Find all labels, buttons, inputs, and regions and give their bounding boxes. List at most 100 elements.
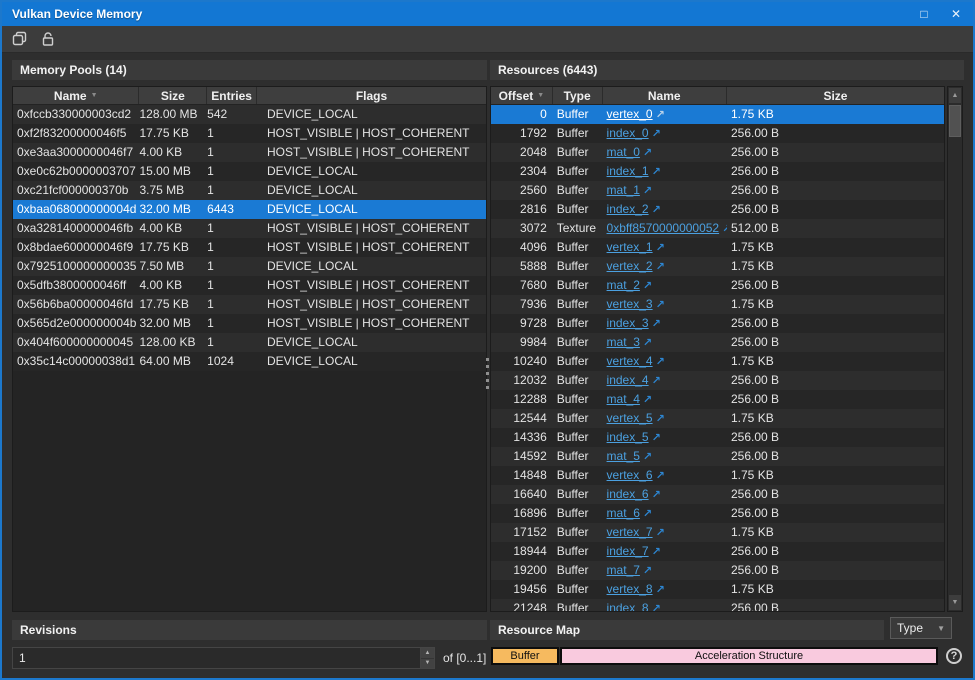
resource-row[interactable]: 10240Buffervertex_4↗1.75 KB	[491, 352, 944, 371]
memory-pool-row[interactable]: 0xfccb330000003cd2128.00 MB542DEVICE_LOC…	[13, 105, 486, 124]
resource-link[interactable]: mat_5	[607, 449, 640, 463]
resource-row[interactable]: 5888Buffervertex_2↗1.75 KB	[491, 257, 944, 276]
resource-link[interactable]: index_1	[607, 164, 649, 178]
resource-link[interactable]: index_5	[607, 430, 649, 444]
resource-row[interactable]: 17152Buffervertex_7↗1.75 KB	[491, 523, 944, 542]
duplicate-window-button[interactable]	[9, 28, 31, 50]
resource-link[interactable]: mat_2	[607, 278, 640, 292]
lock-toggle-button[interactable]	[37, 28, 59, 50]
resource-link[interactable]: mat_3	[607, 335, 640, 349]
memory-pool-row[interactable]: 0xe0c62b000000370715.00 MB1DEVICE_LOCAL	[13, 162, 486, 181]
table-cell: 32.00 MB	[139, 200, 207, 219]
table-cell: 0x565d2e000000004b	[13, 314, 139, 333]
resource-link[interactable]: index_6	[607, 487, 649, 501]
resource-link[interactable]: vertex_6	[607, 468, 653, 482]
scrollbar-thumb[interactable]	[949, 105, 961, 137]
table-cell: 17.75 KB	[139, 124, 207, 143]
resource-row[interactable]: 2560Buffermat_1↗256.00 B	[491, 181, 944, 200]
memory-pool-row[interactable]: 0xf2f83200000046f517.75 KB1HOST_VISIBLE …	[13, 124, 486, 143]
resource-link[interactable]: vertex_8	[607, 582, 653, 596]
scroll-down-icon[interactable]: ▼	[949, 595, 961, 610]
resource-link[interactable]: 0xbff8570000000052	[607, 221, 720, 235]
map-type-dropdown[interactable]: Type ▼	[890, 617, 952, 639]
column-header-entries[interactable]: Entries	[207, 87, 257, 104]
resource-row[interactable]: 16896Buffermat_6↗256.00 B	[491, 504, 944, 523]
maximize-button[interactable]: □	[915, 2, 933, 26]
resource-row[interactable]: 0Buffervertex_0↗1.75 KB	[491, 105, 944, 124]
map-segment-acceleration-structure[interactable]: Acceleration Structure	[560, 647, 938, 665]
column-header-name[interactable]: Name▼	[13, 87, 139, 104]
resource-link[interactable]: vertex_1	[607, 240, 653, 254]
memory-pool-row[interactable]: 0xa3281400000046fb4.00 KB1HOST_VISIBLE |…	[13, 219, 486, 238]
resource-link[interactable]: index_0	[607, 126, 649, 140]
resource-row[interactable]: 9984Buffermat_3↗256.00 B	[491, 333, 944, 352]
resource-row[interactable]: 7680Buffermat_2↗256.00 B	[491, 276, 944, 295]
resource-row[interactable]: 3072Texture0xbff8570000000052↗512.00 B	[491, 219, 944, 238]
resources-scrollbar[interactable]: ▲ ▼	[947, 86, 963, 612]
resource-row[interactable]: 12032Bufferindex_4↗256.00 B	[491, 371, 944, 390]
resource-link[interactable]: mat_7	[607, 563, 640, 577]
resource-row[interactable]: 12288Buffermat_4↗256.00 B	[491, 390, 944, 409]
revision-value[interactable]: 1	[13, 651, 420, 665]
resource-link[interactable]: mat_4	[607, 392, 640, 406]
resource-row[interactable]: 21248Bufferindex_8↗256.00 B	[491, 599, 944, 612]
revision-spinbox[interactable]: 1 ▲ ▼	[12, 647, 435, 669]
help-icon[interactable]: ?	[946, 648, 962, 664]
close-button[interactable]: ✕	[947, 2, 965, 26]
resource-link[interactable]: index_8	[607, 601, 649, 612]
resource-row[interactable]: 12544Buffervertex_5↗1.75 KB	[491, 409, 944, 428]
map-type-dropdown-value: Type	[897, 621, 923, 635]
resource-link[interactable]: vertex_4	[607, 354, 653, 368]
resource-row[interactable]: 18944Bufferindex_7↗256.00 B	[491, 542, 944, 561]
table-cell: 1	[207, 181, 257, 200]
column-header-offset[interactable]: Offset▼	[491, 87, 553, 104]
resource-row[interactable]: 4096Buffervertex_1↗1.75 KB	[491, 238, 944, 257]
resource-link[interactable]: vertex_0	[607, 107, 653, 121]
column-header-name[interactable]: Name	[603, 87, 727, 104]
resource-row[interactable]: 1792Bufferindex_0↗256.00 B	[491, 124, 944, 143]
resource-link[interactable]: index_7	[607, 544, 649, 558]
memory-pool-row[interactable]: 0xbaa068000000004d32.00 MB6443DEVICE_LOC…	[13, 200, 486, 219]
memory-pool-row[interactable]: 0xe3aa3000000046f74.00 KB1HOST_VISIBLE |…	[13, 143, 486, 162]
memory-pool-row[interactable]: 0x79251000000000357.50 MB1DEVICE_LOCAL	[13, 257, 486, 276]
memory-pool-row[interactable]: 0x565d2e000000004b32.00 MB1HOST_VISIBLE …	[13, 314, 486, 333]
memory-pool-row[interactable]: 0xc21fcf000000370b3.75 MB1DEVICE_LOCAL	[13, 181, 486, 200]
resource-row[interactable]: 9728Bufferindex_3↗256.00 B	[491, 314, 944, 333]
resource-row[interactable]: 7936Buffervertex_3↗1.75 KB	[491, 295, 944, 314]
resource-link[interactable]: vertex_2	[607, 259, 653, 273]
column-header-flags[interactable]: Flags	[257, 87, 486, 104]
resource-link[interactable]: vertex_7	[607, 525, 653, 539]
resource-row[interactable]: 19456Buffervertex_8↗1.75 KB	[491, 580, 944, 599]
resource-row[interactable]: 2048Buffermat_0↗256.00 B	[491, 143, 944, 162]
memory-pool-row[interactable]: 0x404f600000000045128.00 KB1DEVICE_LOCAL	[13, 333, 486, 352]
scroll-up-icon[interactable]: ▲	[949, 88, 961, 103]
resource-row[interactable]: 16640Bufferindex_6↗256.00 B	[491, 485, 944, 504]
spin-up-icon[interactable]: ▲	[421, 648, 434, 659]
memory-pool-row[interactable]: 0x8bdae600000046f917.75 KB1HOST_VISIBLE …	[13, 238, 486, 257]
column-header-size[interactable]: Size	[727, 87, 944, 104]
resource-row[interactable]: 14848Buffervertex_6↗1.75 KB	[491, 466, 944, 485]
resource-link[interactable]: index_3	[607, 316, 649, 330]
spin-down-icon[interactable]: ▼	[421, 659, 434, 669]
resource-link[interactable]: vertex_3	[607, 297, 653, 311]
resource-row[interactable]: 19200Buffermat_7↗256.00 B	[491, 561, 944, 580]
resource-row[interactable]: 14592Buffermat_5↗256.00 B	[491, 447, 944, 466]
title-bar[interactable]: Vulkan Device Memory □ ✕	[2, 2, 973, 26]
memory-pool-row[interactable]: 0x56b6ba00000046fd17.75 KB1HOST_VISIBLE …	[13, 295, 486, 314]
resource-link[interactable]: mat_1	[607, 183, 640, 197]
table-cell: HOST_VISIBLE | HOST_COHERENT	[257, 219, 486, 238]
column-header-size[interactable]: Size	[139, 87, 207, 104]
table-cell: 1.75 KB	[727, 352, 944, 371]
resource-row[interactable]: 2816Bufferindex_2↗256.00 B	[491, 200, 944, 219]
resource-link[interactable]: index_4	[607, 373, 649, 387]
memory-pool-row[interactable]: 0x5dfb3800000046ff4.00 KB1HOST_VISIBLE |…	[13, 276, 486, 295]
resource-link[interactable]: vertex_5	[607, 411, 653, 425]
resource-link[interactable]: mat_0	[607, 145, 640, 159]
map-segment-buffer[interactable]: Buffer	[491, 647, 559, 665]
resource-row[interactable]: 14336Bufferindex_5↗256.00 B	[491, 428, 944, 447]
memory-pool-row[interactable]: 0x35c14c00000038d164.00 MB1024DEVICE_LOC…	[13, 352, 486, 371]
resource-row[interactable]: 2304Bufferindex_1↗256.00 B	[491, 162, 944, 181]
column-header-type[interactable]: Type	[553, 87, 603, 104]
resource-link[interactable]: mat_6	[607, 506, 640, 520]
resource-link[interactable]: index_2	[607, 202, 649, 216]
